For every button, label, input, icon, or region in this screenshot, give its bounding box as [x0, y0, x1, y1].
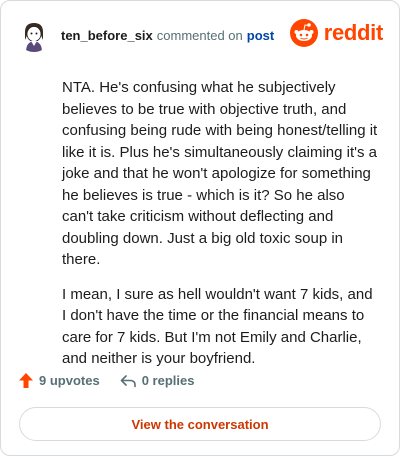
- comment-card: ten_before_six commented on post reddit …: [0, 0, 400, 456]
- avatar-icon: [17, 18, 51, 52]
- comment-paragraph: NTA. He's confusing what he subjectively…: [62, 79, 378, 268]
- username-link[interactable]: ten_before_six: [61, 28, 153, 43]
- comment-header: ten_before_six commented on post reddit: [17, 17, 383, 53]
- comment-paragraph: I mean, I sure as hell wouldn't want 7 k…: [62, 285, 373, 368]
- action-text: commented on: [156, 27, 243, 43]
- upvote-count: 9 upvotes: [39, 373, 100, 388]
- reddit-logo-icon: [289, 19, 318, 47]
- view-conversation-label: View the conversation: [131, 416, 269, 432]
- reddit-wordmark: reddit: [323, 20, 384, 45]
- reply-arrow-icon: [120, 374, 136, 387]
- reddit-brand[interactable]: reddit: [289, 19, 384, 47]
- upvote-arrow-icon: [19, 373, 33, 388]
- comment-actions: 9 upvotes 0 replies: [19, 373, 194, 388]
- comment-body: NTA. He's confusing what he subjectively…: [62, 77, 379, 383]
- reply-button[interactable]: 0 replies: [120, 373, 195, 388]
- post-link[interactable]: post: [247, 28, 274, 43]
- user-avatar[interactable]: [17, 18, 51, 52]
- upvote-button[interactable]: 9 upvotes: [19, 373, 100, 388]
- reply-count: 0 replies: [141, 373, 195, 388]
- view-conversation-button[interactable]: View the conversation: [19, 407, 381, 441]
- comment-meta: ten_before_six commented on post: [61, 28, 274, 43]
